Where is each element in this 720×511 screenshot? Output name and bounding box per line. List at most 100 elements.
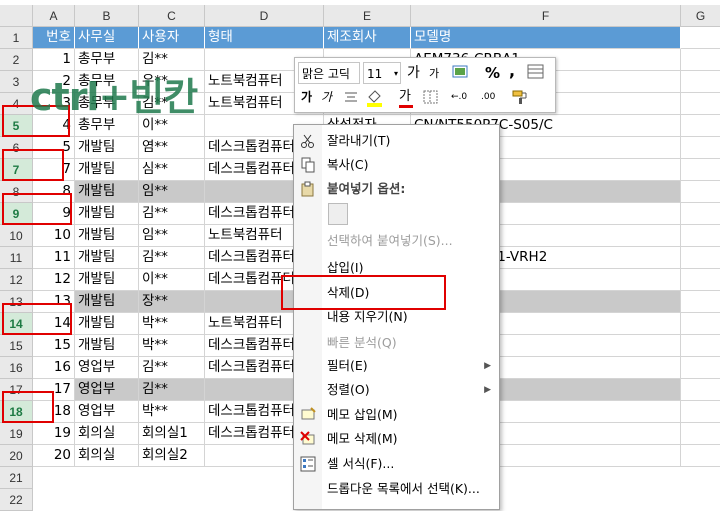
table-cell[interactable]: 19 <box>33 423 75 445</box>
table-cell[interactable]: 영업부 <box>75 379 139 401</box>
header-cell-c[interactable]: 사용자 <box>139 27 205 49</box>
accounting-format-icon[interactable] <box>451 63 473 81</box>
context-menu-item[interactable]: 필터(E) ▶ <box>294 354 497 378</box>
header-cell-f[interactable]: 모델명 <box>411 27 681 49</box>
table-cell[interactable]: 개발팀 <box>75 181 139 203</box>
context-menu-item[interactable]: 메모 삭제(M) <box>294 427 497 451</box>
table-cell[interactable]: 개발팀 <box>75 159 139 181</box>
table-cell[interactable]: 이** <box>139 269 205 291</box>
column-header-e[interactable]: E <box>324 5 411 27</box>
table-cell[interactable]: 박** <box>139 313 205 335</box>
table-cell[interactable] <box>681 313 720 335</box>
table-cell[interactable] <box>681 357 720 379</box>
table-cell[interactable] <box>681 115 720 137</box>
table-cell[interactable]: 김** <box>139 357 205 379</box>
table-cell[interactable] <box>681 269 720 291</box>
row-header[interactable]: 20 <box>0 445 33 467</box>
table-cell[interactable]: 개발팀 <box>75 335 139 357</box>
table-cell[interactable]: 개발팀 <box>75 313 139 335</box>
table-cell[interactable]: 11 <box>33 247 75 269</box>
paste-option-button[interactable] <box>294 201 497 225</box>
grow-font-button[interactable]: 가 <box>407 62 420 84</box>
row-header[interactable]: 2 <box>0 49 33 71</box>
bold-button[interactable]: 가 <box>301 86 312 108</box>
context-menu-item[interactable]: 잘라내기(T) <box>294 129 497 153</box>
column-header-b[interactable]: B <box>75 5 139 27</box>
table-cell[interactable]: 박** <box>139 401 205 423</box>
table-cell[interactable]: 15 <box>33 335 75 357</box>
format-table-icon[interactable] <box>527 64 547 82</box>
header-cell-a[interactable]: 번호 <box>33 27 75 49</box>
table-cell[interactable]: 개발팀 <box>75 247 139 269</box>
row-header[interactable]: 10 <box>0 225 33 247</box>
font-size-box[interactable]: 11 ▾ <box>363 62 401 84</box>
table-cell[interactable] <box>681 137 720 159</box>
table-cell[interactable]: 염** <box>139 137 205 159</box>
percent-button[interactable]: % <box>485 62 500 84</box>
decrease-decimal-button[interactable]: .00 <box>481 86 495 108</box>
header-cell-e[interactable]: 제조회사 <box>324 27 411 49</box>
borders-icon[interactable] <box>423 89 441 105</box>
table-cell[interactable] <box>681 181 720 203</box>
table-cell[interactable]: 개발팀 <box>75 137 139 159</box>
column-header-d[interactable]: D <box>205 5 324 27</box>
table-cell[interactable]: 회의실 <box>75 445 139 467</box>
context-menu-item[interactable]: 선택하여 붙여넣기(S)... <box>294 229 497 253</box>
column-header-c[interactable]: C <box>139 5 205 27</box>
table-cell[interactable]: 김** <box>139 379 205 401</box>
context-menu-item[interactable]: 드롭다운 목록에서 선택(K)... <box>294 477 497 501</box>
font-color-button[interactable]: 가 <box>399 86 413 108</box>
table-cell[interactable]: 심** <box>139 159 205 181</box>
table-cell[interactable]: 20 <box>33 445 75 467</box>
table-cell[interactable]: 회의실 <box>75 423 139 445</box>
table-cell[interactable]: 장** <box>139 291 205 313</box>
table-cell[interactable] <box>681 203 720 225</box>
table-cell[interactable]: 박** <box>139 335 205 357</box>
table-cell[interactable] <box>681 49 720 71</box>
row-header[interactable]: 11 <box>0 247 33 269</box>
table-cell[interactable] <box>681 247 720 269</box>
header-cell-d[interactable]: 형태 <box>205 27 324 49</box>
table-cell[interactable]: 영업부 <box>75 357 139 379</box>
table-cell[interactable]: 개발팀 <box>75 225 139 247</box>
table-cell[interactable] <box>681 159 720 181</box>
select-all-corner[interactable] <box>0 5 33 27</box>
header-cell-b[interactable]: 사무실 <box>75 27 139 49</box>
row-header[interactable]: 16 <box>0 357 33 379</box>
table-cell[interactable]: 10 <box>33 225 75 247</box>
table-cell[interactable] <box>681 225 720 247</box>
row-header[interactable]: 1 <box>0 27 33 49</box>
table-cell[interactable]: 개발팀 <box>75 269 139 291</box>
table-cell[interactable] <box>681 27 720 49</box>
row-header[interactable]: 12 <box>0 269 33 291</box>
table-cell[interactable] <box>681 93 720 115</box>
table-cell[interactable] <box>681 379 720 401</box>
table-cell[interactable]: 개발팀 <box>75 203 139 225</box>
format-painter-icon[interactable] <box>511 89 529 105</box>
column-header-f[interactable]: F <box>411 5 681 27</box>
table-cell[interactable]: 회의실2 <box>139 445 205 467</box>
context-menu-item[interactable]: 셀 서식(F)... <box>294 452 497 476</box>
row-header[interactable]: 19 <box>0 423 33 445</box>
font-name-box[interactable]: 맑은 고딕 <box>298 62 360 84</box>
table-cell[interactable]: 임** <box>139 225 205 247</box>
row-header[interactable]: 15 <box>0 335 33 357</box>
table-cell[interactable] <box>681 335 720 357</box>
context-menu-item[interactable]: 정렬(O) ▶ <box>294 378 497 402</box>
column-header-a[interactable]: A <box>33 5 75 27</box>
row-header[interactable]: 21 <box>0 467 33 489</box>
table-cell[interactable]: 16 <box>33 357 75 379</box>
context-menu-item[interactable]: 복사(C) <box>294 153 497 177</box>
table-cell[interactable] <box>681 291 720 313</box>
table-cell[interactable]: 개발팀 <box>75 291 139 313</box>
table-cell[interactable]: 12 <box>33 269 75 291</box>
table-cell[interactable] <box>681 401 720 423</box>
align-center-icon[interactable] <box>343 89 359 105</box>
row-header[interactable]: 3 <box>0 71 33 93</box>
context-menu-item[interactable]: 메모 삽입(M) <box>294 403 497 427</box>
context-menu-item[interactable]: 빠른 분석(Q) <box>294 331 497 355</box>
italic-button[interactable]: 가 <box>321 86 332 108</box>
table-cell[interactable]: 영업부 <box>75 401 139 423</box>
table-cell[interactable]: 임** <box>139 181 205 203</box>
table-cell[interactable] <box>681 71 720 93</box>
